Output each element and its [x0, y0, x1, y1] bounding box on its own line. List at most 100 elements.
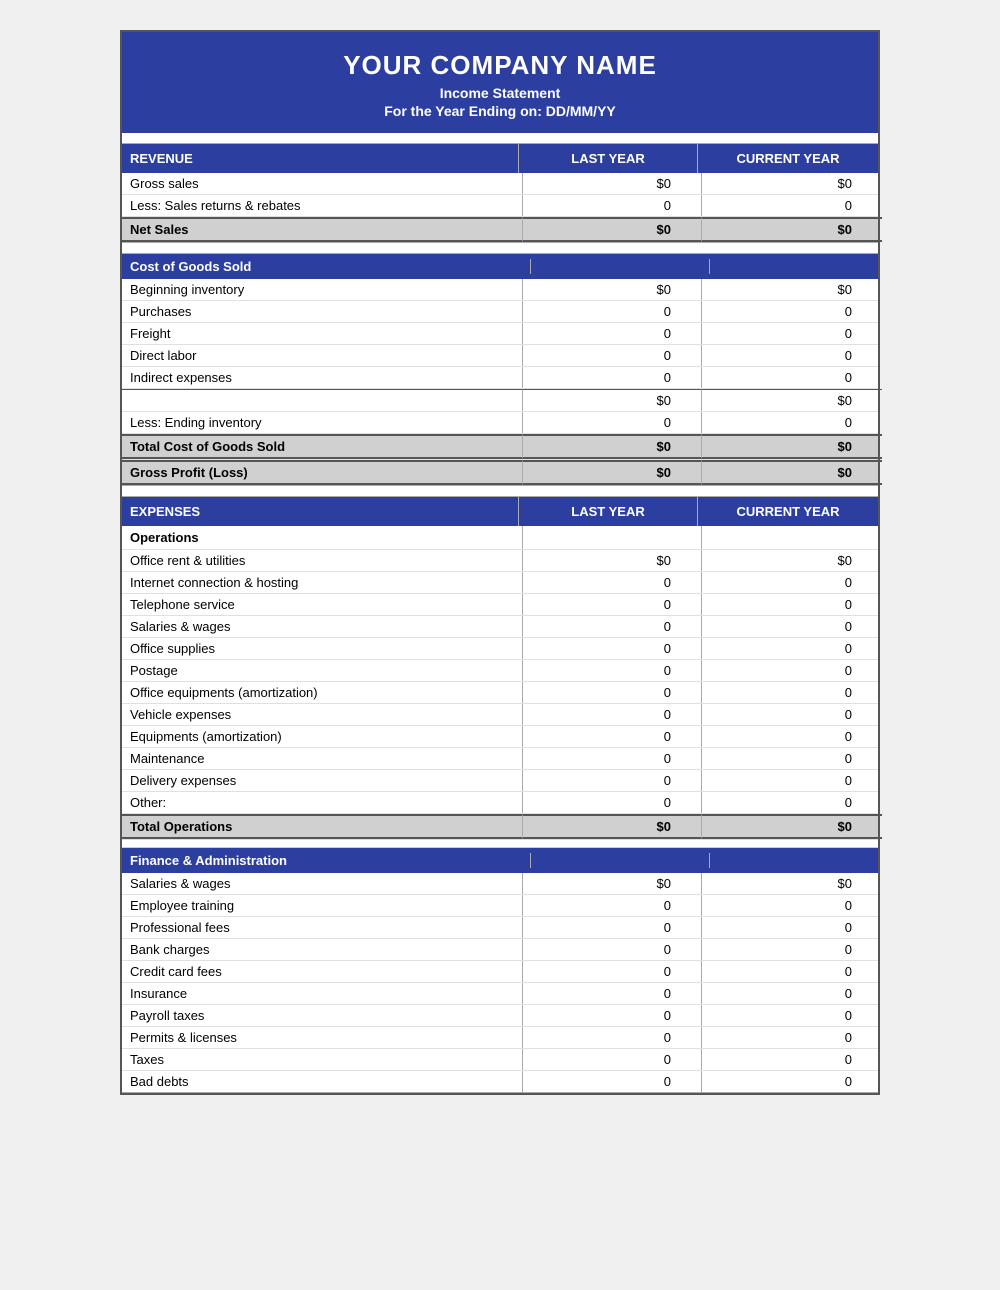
- revenue-label: REVENUE: [122, 144, 518, 173]
- fin-training-label: Employee training: [122, 895, 522, 916]
- ops-other-row: Other: 0 0: [122, 792, 878, 814]
- freight-current: 0: [702, 323, 882, 344]
- office-equip-label: Office equipments (amortization): [122, 682, 522, 703]
- fin-training-row: Employee training 0 0: [122, 895, 878, 917]
- internet-current: 0: [702, 572, 882, 593]
- vehicle-label: Vehicle expenses: [122, 704, 522, 725]
- fin-salaries-last: $0: [522, 873, 702, 894]
- postage-label: Postage: [122, 660, 522, 681]
- indirect-last: 0: [522, 367, 702, 388]
- fin-payroll-last: 0: [522, 1005, 702, 1026]
- spacer-3: [122, 486, 878, 496]
- fin-credit-last: 0: [522, 961, 702, 982]
- spacer-1: [122, 133, 878, 143]
- expenses-col1: LAST YEAR: [518, 497, 698, 526]
- indirect-current: 0: [702, 367, 882, 388]
- telephone-label: Telephone service: [122, 594, 522, 615]
- fin-bad-debts-row: Bad debts 0 0: [122, 1071, 878, 1092]
- gross-sales-current: $0: [702, 173, 882, 194]
- net-sales-last: $0: [522, 217, 702, 242]
- fin-bad-debts-label: Bad debts: [122, 1071, 522, 1092]
- cogs-header-label: Cost of Goods Sold: [130, 259, 530, 274]
- cogs-subtotal-row: $0 $0: [122, 389, 878, 412]
- spacer-4: [122, 840, 878, 848]
- fin-bank-row: Bank charges 0 0: [122, 939, 878, 961]
- fin-taxes-label: Taxes: [122, 1049, 522, 1070]
- ops-salaries-last: 0: [522, 616, 702, 637]
- internet-last: 0: [522, 572, 702, 593]
- net-sales-label: Net Sales: [122, 217, 522, 242]
- beginning-inv-current: $0: [702, 279, 882, 300]
- operations-header-label: Operations: [122, 526, 522, 549]
- fin-taxes-current: 0: [702, 1049, 882, 1070]
- fin-bank-label: Bank charges: [122, 939, 522, 960]
- direct-labor-current: 0: [702, 345, 882, 366]
- net-sales-row: Net Sales $0 $0: [122, 217, 878, 242]
- report-date: For the Year Ending on: DD/MM/YY: [132, 103, 868, 119]
- office-supplies-current: 0: [702, 638, 882, 659]
- total-cogs-last: $0: [522, 434, 702, 459]
- fin-permits-row: Permits & licenses 0 0: [122, 1027, 878, 1049]
- indirect-label: Indirect expenses: [122, 367, 522, 388]
- gross-profit-label: Gross Profit (Loss): [122, 460, 522, 485]
- finance-header-label: Finance & Administration: [130, 853, 530, 868]
- operations-col2-spacer: [702, 526, 882, 549]
- finance-col1-spacer: [530, 853, 710, 868]
- vehicle-current: 0: [702, 704, 882, 725]
- fin-payroll-current: 0: [702, 1005, 882, 1026]
- fin-credit-row: Credit card fees 0 0: [122, 961, 878, 983]
- beginning-inv-last: $0: [522, 279, 702, 300]
- cogs-subtotal-last: $0: [522, 389, 702, 411]
- ops-maintenance-row: Maintenance 0 0: [122, 748, 878, 770]
- ops-other-label: Other:: [122, 792, 522, 813]
- freight-label: Freight: [122, 323, 522, 344]
- expenses-section: EXPENSES LAST YEAR CURRENT YEAR Operatio…: [122, 496, 878, 1093]
- internet-label: Internet connection & hosting: [122, 572, 522, 593]
- returns-current: 0: [702, 195, 882, 216]
- revenue-section: REVENUE LAST YEAR CURRENT YEAR Gross sal…: [122, 143, 878, 243]
- fin-salaries-row: Salaries & wages $0 $0: [122, 873, 878, 895]
- ops-other-current: 0: [702, 792, 882, 813]
- ops-salaries-current: 0: [702, 616, 882, 637]
- gross-sales-label: Gross sales: [122, 173, 522, 194]
- office-rent-label: Office rent & utilities: [122, 550, 522, 571]
- ops-office-rent-row: Office rent & utilities $0 $0: [122, 550, 878, 572]
- ops-salaries-row: Salaries & wages 0 0: [122, 616, 878, 638]
- freight-last: 0: [522, 323, 702, 344]
- finance-header: Finance & Administration: [122, 848, 878, 873]
- expenses-header-row: EXPENSES LAST YEAR CURRENT YEAR: [122, 497, 878, 526]
- fin-salaries-label: Salaries & wages: [122, 873, 522, 894]
- delivery-last: 0: [522, 770, 702, 791]
- fin-professional-current: 0: [702, 917, 882, 938]
- cogs-section: Cost of Goods Sold Beginning inventory $…: [122, 253, 878, 486]
- fin-payroll-row: Payroll taxes 0 0: [122, 1005, 878, 1027]
- maintenance-last: 0: [522, 748, 702, 769]
- total-ops-current: $0: [702, 814, 882, 839]
- company-name: YOUR COMPANY NAME: [132, 50, 868, 81]
- fin-professional-row: Professional fees 0 0: [122, 917, 878, 939]
- total-operations-row: Total Operations $0 $0: [122, 814, 878, 840]
- cogs-col2-spacer: [710, 259, 890, 274]
- ops-telephone-row: Telephone service 0 0: [122, 594, 878, 616]
- ops-salaries-label: Salaries & wages: [122, 616, 522, 637]
- office-equip-last: 0: [522, 682, 702, 703]
- fin-taxes-last: 0: [522, 1049, 702, 1070]
- direct-labor-last: 0: [522, 345, 702, 366]
- gross-profit-last: $0: [522, 460, 702, 485]
- delivery-current: 0: [702, 770, 882, 791]
- fin-permits-last: 0: [522, 1027, 702, 1048]
- returns-label: Less: Sales returns & rebates: [122, 195, 522, 216]
- cogs-subtotal-label: [122, 389, 522, 411]
- ops-equip-amort-row: Equipments (amortization) 0 0: [122, 726, 878, 748]
- office-rent-last: $0: [522, 550, 702, 571]
- revenue-row-returns: Less: Sales returns & rebates 0 0: [122, 195, 878, 217]
- fin-insurance-last: 0: [522, 983, 702, 1004]
- beginning-inv-label: Beginning inventory: [122, 279, 522, 300]
- fin-insurance-label: Insurance: [122, 983, 522, 1004]
- office-equip-current: 0: [702, 682, 882, 703]
- fin-professional-label: Professional fees: [122, 917, 522, 938]
- fin-payroll-label: Payroll taxes: [122, 1005, 522, 1026]
- cogs-beginning-row: Beginning inventory $0 $0: [122, 279, 878, 301]
- office-supplies-last: 0: [522, 638, 702, 659]
- cogs-ending-inv-row: Less: Ending inventory 0 0: [122, 412, 878, 434]
